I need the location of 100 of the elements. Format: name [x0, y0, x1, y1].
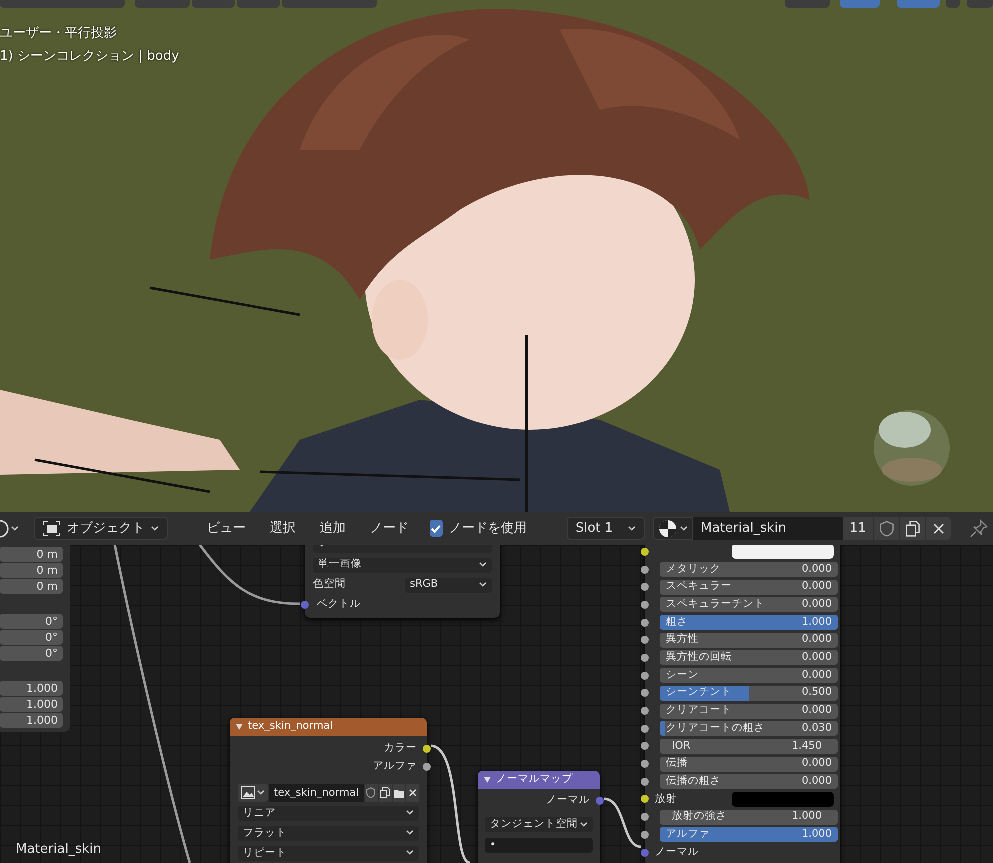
dropdown[interactable]: リニア: [238, 806, 419, 821]
color-swatch[interactable]: [732, 792, 834, 807]
number-field[interactable]: 0°: [0, 646, 63, 661]
use-nodes-checkbox[interactable]: [430, 520, 443, 537]
field-label: 色空間: [313, 577, 346, 592]
socket-dot[interactable]: [641, 848, 649, 857]
socket-dot[interactable]: [596, 796, 604, 805]
duplicate-icon[interactable]: [900, 517, 925, 540]
socket-dot[interactable]: [423, 762, 431, 771]
viewport-info-text: ユーザー・平行投影: [0, 25, 117, 43]
socket-dot[interactable]: [641, 566, 649, 574]
viewport-info-text: 1) シーンコレクション | body: [0, 48, 180, 66]
caret-icon: [151, 526, 159, 532]
menu-item[interactable]: ノード: [361, 518, 418, 538]
dropdown[interactable]: タンジェント空間: [485, 817, 593, 832]
socket-dot[interactable]: [641, 636, 649, 644]
slider-field[interactable]: 異方性の回転 0.000: [660, 650, 838, 666]
duplicate-icon[interactable]: [378, 784, 392, 802]
image-browse-button[interactable]: [238, 784, 268, 802]
number-field[interactable]: 0°: [0, 614, 63, 629]
slider-field[interactable]: スペキュラーチント 0.000: [660, 597, 838, 612]
socket-dot[interactable]: [641, 672, 649, 680]
node-wire: [604, 798, 642, 848]
slider-field[interactable]: シーンチント 0.500: [660, 686, 838, 701]
number-field[interactable]: IOR 1.450: [660, 738, 838, 754]
socket-label: ノーマル: [655, 844, 699, 860]
number-field[interactable]: 0 m: [0, 563, 63, 578]
fake-user-shield-icon[interactable]: [874, 517, 899, 540]
material-browse-button[interactable]: [653, 517, 693, 540]
caret-icon: [479, 582, 487, 588]
socket-dot[interactable]: [641, 760, 649, 768]
socket-dot[interactable]: [301, 601, 309, 609]
slider-field[interactable]: アルファ 1.000: [660, 827, 838, 842]
socket-dot[interactable]: [641, 548, 649, 556]
socket-dot[interactable]: [641, 618, 649, 627]
node-header[interactable]: ノーマルマップ: [478, 771, 600, 789]
caret-icon: [406, 830, 414, 836]
caret-icon: [628, 526, 636, 532]
folder-icon[interactable]: [392, 784, 406, 802]
material-sphere-icon: [658, 518, 678, 538]
material-name-label: Material_skin: [16, 841, 102, 859]
user-count-button[interactable]: 11: [843, 517, 873, 540]
uv-map-field[interactable]: •: [485, 838, 593, 854]
socket-dot[interactable]: [641, 707, 649, 716]
close-icon[interactable]: [926, 517, 951, 540]
collapse-triangle-icon[interactable]: [484, 777, 491, 783]
socket-label: ベクトル: [317, 597, 361, 612]
number-field[interactable]: 0 m: [0, 547, 63, 562]
socket-label: カラー: [384, 740, 417, 756]
material-name-field[interactable]: Material_skin: [693, 517, 843, 540]
slider-field[interactable]: 異方性 0.000: [660, 632, 838, 648]
dropdown[interactable]: リピート: [238, 846, 419, 861]
slider-field[interactable]: スペキュラー 0.000: [660, 580, 838, 595]
caret-icon: [257, 790, 265, 796]
number-field[interactable]: 0°: [0, 630, 63, 645]
checkbox-label: ノードを使用: [448, 520, 527, 538]
socket-dot[interactable]: [641, 778, 649, 786]
node-header[interactable]: tex_skin_normal: [230, 718, 427, 736]
socket-dot[interactable]: [641, 724, 649, 733]
socket-dot[interactable]: [641, 830, 649, 839]
dropdown[interactable]: sRGB: [405, 578, 492, 592]
slider-field[interactable]: シーン 0.000: [660, 668, 838, 684]
socket-dot[interactable]: [641, 654, 649, 662]
mode-dropdown[interactable]: オブジェクト: [34, 517, 168, 540]
socket-label: 放射: [655, 792, 677, 807]
socket-dot[interactable]: [641, 600, 649, 609]
color-swatch[interactable]: [732, 545, 834, 560]
socket-label: アルファ: [373, 758, 417, 774]
slider-field[interactable]: 伝播の粗さ 0.000: [660, 774, 838, 790]
slider-field[interactable]: クリアコート 0.000: [660, 704, 838, 719]
socket-dot[interactable]: [641, 813, 649, 822]
dropdown[interactable]: 単一画像: [313, 558, 492, 572]
socket-dot[interactable]: [641, 583, 649, 592]
menu-item[interactable]: ビュー: [198, 518, 256, 538]
socket-dot[interactable]: [641, 742, 649, 750]
socket-dot[interactable]: [641, 795, 649, 804]
socket-dot[interactable]: [423, 744, 431, 753]
image-name-field[interactable]: tex_skin_normal: [269, 784, 364, 802]
slider-field[interactable]: 伝播 0.000: [660, 756, 838, 772]
fake-user-shield-icon[interactable]: [365, 784, 378, 802]
number-field[interactable]: 1.000: [0, 697, 63, 712]
slider-field[interactable]: メタリック 0.000: [660, 562, 838, 578]
slot-dropdown[interactable]: Slot 1: [566, 517, 645, 540]
number-field[interactable]: 0 m: [0, 579, 63, 594]
socket-dot[interactable]: [641, 689, 649, 698]
slider-field[interactable]: クリアコートの粗さ 0.030: [660, 721, 838, 736]
close-icon[interactable]: [406, 784, 419, 802]
menu-item[interactable]: 追加: [311, 518, 356, 538]
caret-icon: [479, 562, 487, 568]
slider-field[interactable]: 粗さ 1.000: [660, 615, 838, 630]
menu-item[interactable]: 選択: [261, 518, 306, 538]
number-field[interactable]: 1.000: [0, 713, 63, 728]
socket-label: ノーマル: [546, 792, 590, 808]
caret-icon: [406, 850, 414, 856]
number-field[interactable]: 1.000: [0, 681, 63, 696]
object-mode-icon: [43, 520, 61, 536]
collapse-triangle-icon[interactable]: [236, 724, 243, 730]
pin-icon[interactable]: [969, 518, 989, 538]
dropdown[interactable]: フラット: [238, 826, 419, 841]
number-field[interactable]: 放射の強さ 1.000: [660, 810, 838, 825]
